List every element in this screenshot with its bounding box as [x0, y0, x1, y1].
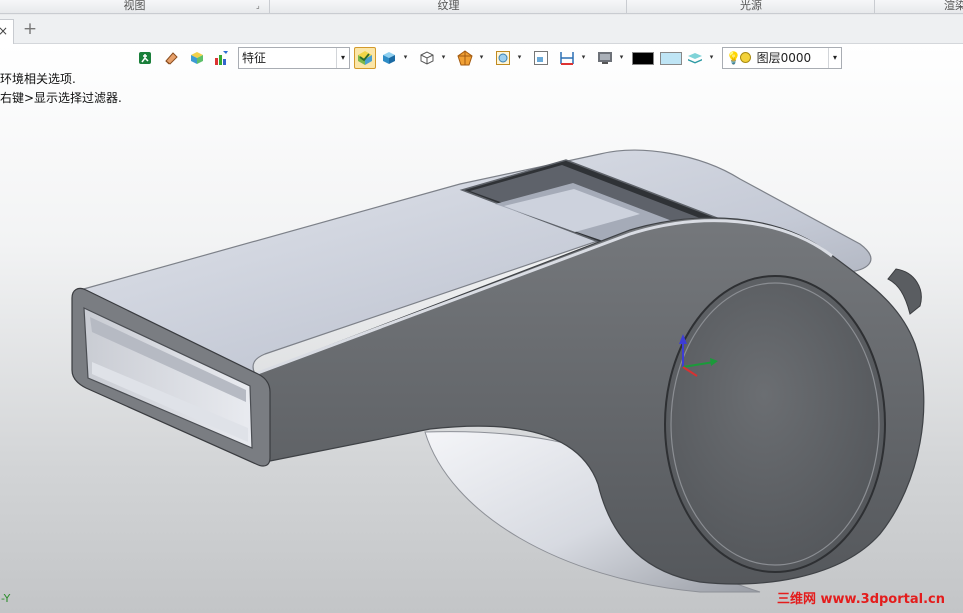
view-frame-icon[interactable]: [532, 49, 550, 67]
whistle-model[interactable]: [0, 44, 963, 613]
ribbon-group-view-label: 视图: [123, 0, 146, 12]
ribbon-group-view: 视图 ⌟: [0, 0, 270, 14]
ribbon-group-render-label: 渲染: [944, 0, 963, 12]
ribbon-group-render: 渲染: [876, 0, 963, 14]
ribbon-group-texture: 纹理: [271, 0, 627, 14]
layer-combo[interactable]: 💡 图层0000 ▾: [722, 47, 842, 69]
fit-view-icon[interactable]: [494, 49, 512, 67]
light-blue-swatch[interactable]: [660, 52, 682, 65]
section-view-icon[interactable]: [558, 49, 576, 67]
render-mode-dropdown-icon[interactable]: ▾: [402, 54, 409, 61]
filter-color-icon[interactable]: [212, 49, 230, 67]
layer-stack-dropdown-icon[interactable]: ▾: [708, 54, 715, 61]
chevron-down-icon[interactable]: ▾: [828, 48, 841, 68]
selection-filter-value: 特征: [242, 51, 267, 65]
ribbon-group-lighting: 光源: [628, 0, 875, 14]
layer-combo-value: 图层0000: [756, 51, 812, 65]
layer-color-dot-icon: [739, 52, 751, 63]
layer-stack-icon[interactable]: [686, 49, 704, 67]
box-colored-icon[interactable]: [188, 49, 206, 67]
wireframe-view-icon[interactable]: [418, 49, 436, 67]
axis-y-label: -Y: [1, 592, 11, 605]
shaded-with-edges-button[interactable]: [354, 47, 376, 69]
orientation-dropdown-icon[interactable]: ▾: [478, 54, 485, 61]
hint-line-2: 右键>显示选择过滤器.: [0, 91, 122, 105]
dialog-launcher-icon[interactable]: ⌟: [256, 1, 265, 10]
ribbon-group-labels: 视图 ⌟ 纹理 光源 渲染: [0, 0, 963, 14]
ribbon-group-texture-label: 纹理: [437, 0, 460, 12]
background-dropdown-icon[interactable]: ▾: [618, 54, 625, 61]
document-tab-strip: × +: [0, 15, 963, 44]
lightbulb-icon[interactable]: 💡: [726, 48, 741, 68]
selection-filter-combo[interactable]: 特征 ▾: [238, 47, 350, 69]
close-tab-icon[interactable]: ×: [0, 24, 8, 38]
ribbon-group-lighting-label: 光源: [740, 0, 762, 12]
eraser-icon[interactable]: [162, 49, 180, 67]
whistle-end-disc: [664, 275, 886, 573]
hint-line-1: 环境相关选项.: [0, 72, 76, 86]
site-watermark: 三维网 www.3dportal.cn: [776, 592, 945, 607]
chevron-down-icon[interactable]: ▾: [336, 48, 349, 68]
view-orientation-icon[interactable]: [456, 49, 474, 67]
add-tab-button[interactable]: +: [22, 20, 38, 38]
exit-icon[interactable]: [136, 49, 154, 67]
3d-viewport[interactable]: 特征 ▾ ▾ ▾ ▾ ▾ ▾ ▾ ▾ 💡 图层0000 ▾ 环境相关选项. 右键…: [0, 44, 963, 613]
shaded-view-icon[interactable]: [380, 49, 398, 67]
wireframe-dropdown-icon[interactable]: ▾: [440, 54, 447, 61]
section-dropdown-icon[interactable]: ▾: [580, 54, 587, 61]
view-toolbar: 特征 ▾ ▾ ▾ ▾ ▾ ▾ ▾ ▾ 💡 图层0000 ▾: [136, 46, 846, 70]
background-icon[interactable]: [596, 49, 614, 67]
black-swatch[interactable]: [632, 52, 654, 65]
fit-dropdown-icon[interactable]: ▾: [516, 54, 523, 61]
document-tab[interactable]: ×: [0, 19, 14, 44]
